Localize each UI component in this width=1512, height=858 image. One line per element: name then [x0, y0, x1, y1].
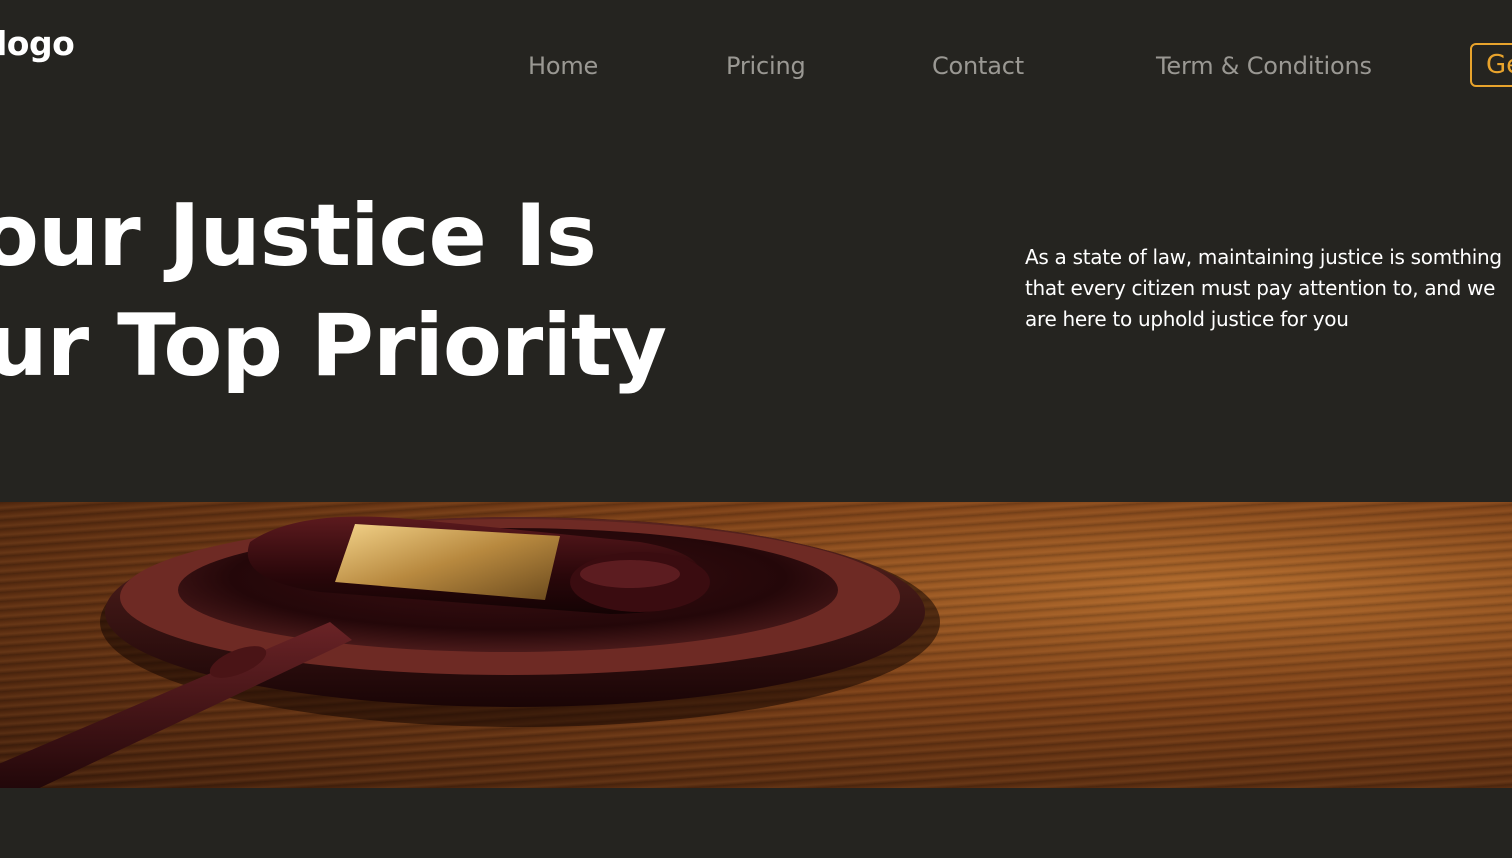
hero-banner-image: [0, 502, 1512, 788]
nav-link-pricing[interactable]: Pricing: [726, 50, 806, 82]
page-bottom-section: [0, 788, 1512, 858]
hero-description: As a state of law, maintaining justice i…: [1025, 245, 1502, 331]
logo[interactable]: logo: [0, 24, 75, 64]
gavel-illustration: [0, 516, 940, 788]
nav-link-home[interactable]: Home: [528, 50, 598, 82]
get-started-button[interactable]: Ge: [1470, 43, 1512, 87]
hero-title-line-1: Your Justice Is: [0, 186, 597, 286]
hero-title-line-2: Our Top Priority: [0, 296, 667, 396]
nav-link-terms[interactable]: Term & Conditions: [1156, 50, 1372, 82]
hero-title: Your Justice Is Our Top Priority: [0, 180, 720, 410]
gavel-head-end-highlight: [580, 560, 680, 588]
nav-link-contact[interactable]: Contact: [932, 50, 1024, 82]
